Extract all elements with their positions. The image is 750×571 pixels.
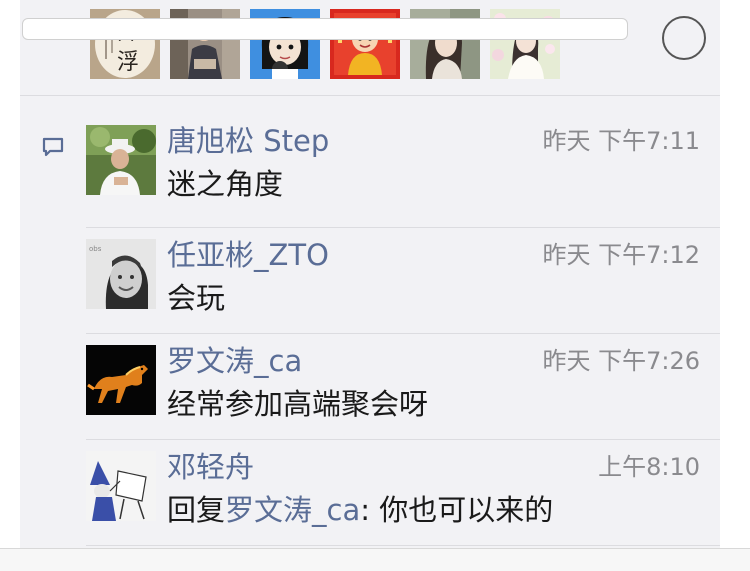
comment-avatar[interactable] [86, 125, 156, 195]
man-bw-portrait-avatar-icon: obs [86, 239, 156, 309]
calligraphy-char-2: 浮 [117, 50, 139, 75]
comment-divider [86, 227, 720, 228]
comment-time: 昨天 下午7:12 [542, 241, 700, 269]
golden-horse-avatar-icon [86, 345, 156, 415]
comment-input[interactable] [22, 18, 628, 40]
svg-text:obs: obs [89, 245, 102, 253]
comment-text: 迷之角度 [167, 167, 284, 201]
comment-text: 会玩 [167, 281, 226, 315]
comment-author[interactable]: 邓轻舟 [167, 449, 254, 485]
comment-author[interactable]: 罗文涛_ca [167, 343, 302, 379]
comment-avatar[interactable] [86, 451, 156, 521]
reply-separator: : [360, 493, 380, 527]
bottom-input-bar [0, 548, 750, 571]
comment-bubble-icon [41, 135, 65, 159]
reply-prefix: 回复 [167, 493, 226, 527]
comment-divider [86, 333, 720, 334]
man-with-hat-avatar-icon [86, 125, 156, 195]
comment-text: 经常参加高端聚会呀 [167, 387, 429, 421]
comment-time: 上午8:10 [598, 453, 700, 481]
comment-author[interactable]: 任亚彬_ZTO [167, 237, 329, 273]
comment-avatar[interactable]: obs [86, 239, 156, 309]
reply-to-name[interactable]: 罗文涛_ca [225, 493, 360, 527]
comments-panel: 含 浮 [20, 0, 720, 548]
comment-time: 昨天 下午7:26 [542, 347, 700, 375]
comment-time: 昨天 下午7:11 [542, 127, 700, 155]
comment-divider [86, 439, 720, 440]
emoji-face-icon[interactable] [662, 16, 706, 60]
comment-avatar[interactable] [86, 345, 156, 415]
comment-divider [86, 545, 720, 546]
comment-reply-text: 回复罗文涛_ca: 你也可以来的 [167, 491, 553, 529]
comment-author[interactable]: 唐旭松 Step [167, 123, 329, 159]
reply-body: 你也可以来的 [379, 493, 554, 527]
wizard-easel-avatar-icon [86, 451, 156, 521]
likes-divider [20, 95, 720, 96]
